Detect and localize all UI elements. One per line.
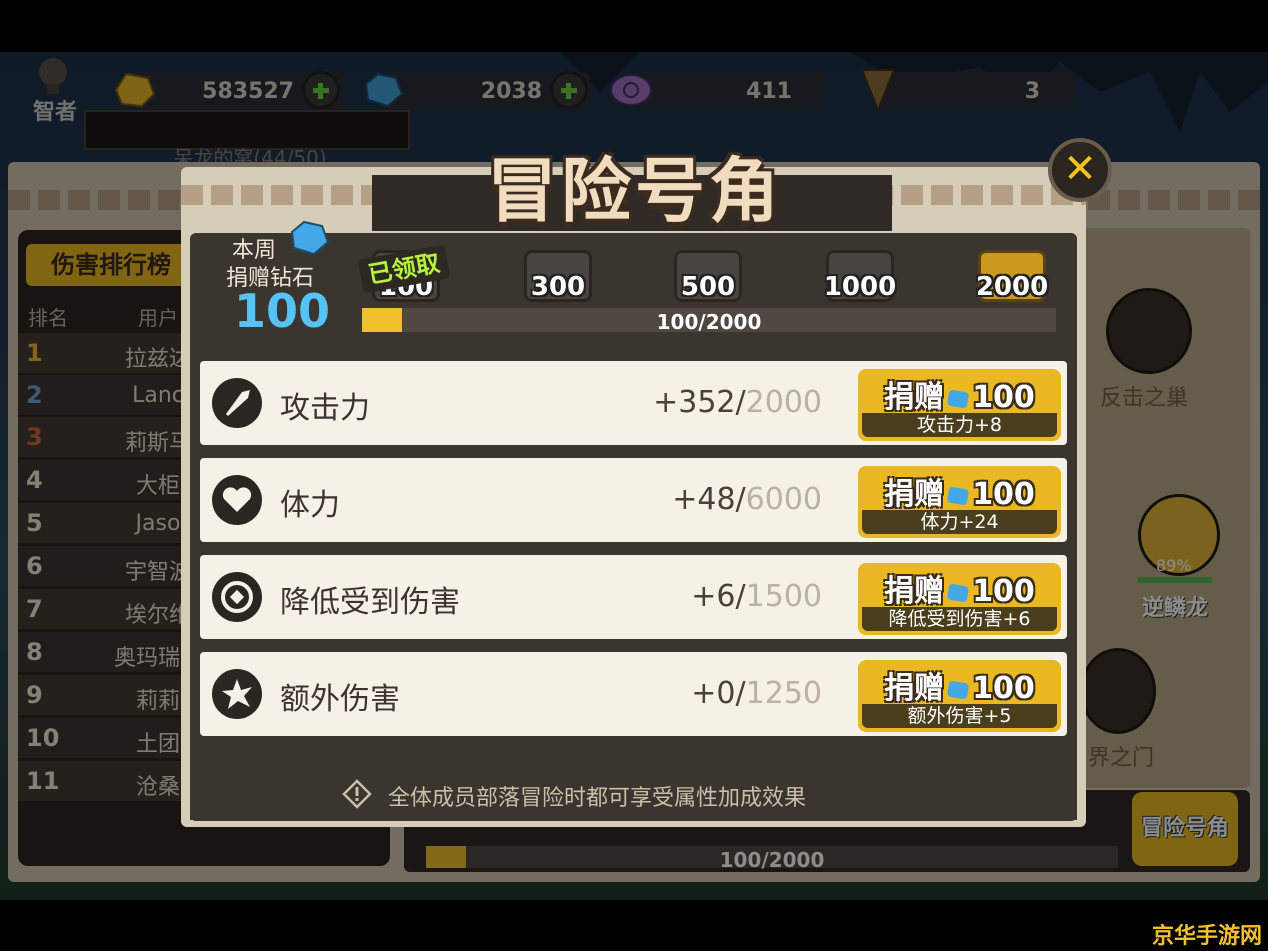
donate-button[interactable]: 捐赠 100 体力+24 (858, 466, 1061, 538)
close-button[interactable]: ✕ (1048, 138, 1112, 202)
donation-progress-text: 100/2000 (656, 310, 762, 334)
warning-icon (342, 779, 372, 809)
blue-gem-icon (946, 485, 970, 506)
milestone-chest[interactable]: 2000 (972, 236, 1052, 306)
blue-gem-icon (290, 220, 330, 256)
weekly-donated-value: 100 (233, 284, 331, 338)
donate-bonus: 额外伤害+5 (862, 704, 1057, 728)
footer-note: 全体成员部落冒险时都可享受属性加成效果 (388, 786, 807, 811)
stat-value: +352/2000 (653, 385, 822, 420)
stat-name: 体力 (280, 488, 340, 523)
blue-gem-icon (946, 582, 970, 603)
stat-row-extra-damage: 额外伤害 +0/1250 捐赠 100 额外伤害+5 (200, 652, 1067, 736)
donate-button[interactable]: 捐赠 100 攻击力+8 (858, 369, 1061, 441)
milestone-chest[interactable]: 500 (668, 236, 748, 306)
donate-button[interactable]: 捐赠 100 额外伤害+5 (858, 660, 1061, 732)
blue-gem-icon (946, 388, 970, 409)
stat-row-damage-reduction: 降低受到伤害 +6/1500 捐赠 100 降低受到伤害+6 (200, 555, 1067, 639)
modal-title: 冒险号角 (487, 150, 783, 232)
stat-name: 降低受到伤害 (280, 585, 460, 620)
shield-icon (212, 572, 262, 622)
donate-bonus: 降低受到伤害+6 (862, 607, 1057, 631)
milestone-chest[interactable]: 300 (518, 236, 598, 306)
burst-icon (212, 669, 262, 719)
sword-icon (212, 378, 262, 428)
milestone-value: 500 (680, 272, 736, 302)
milestone-value: 2000 (975, 272, 1049, 302)
close-icon: ✕ (1063, 146, 1097, 192)
donate-bonus: 体力+24 (862, 510, 1057, 534)
watermark: 京华手游网 (1152, 924, 1263, 949)
stat-value: +0/1250 (691, 676, 822, 711)
blue-gem-icon (946, 679, 970, 700)
milestone-chest[interactable]: 1000 (820, 236, 900, 306)
milestone-value: 1000 (823, 272, 897, 302)
stat-row-stamina: 体力 +48/6000 捐赠 100 体力+24 (200, 458, 1067, 542)
donate-bonus: 攻击力+8 (862, 413, 1057, 437)
stat-value: +48/6000 (672, 482, 822, 517)
stat-name: 额外伤害 (280, 682, 400, 717)
stat-row-attack: 攻击力 +352/2000 捐赠 100 攻击力+8 (200, 361, 1067, 445)
donate-button[interactable]: 捐赠 100 降低受到伤害+6 (858, 563, 1061, 635)
stat-value: +6/1500 (691, 579, 822, 614)
heart-icon (212, 475, 262, 525)
stat-name: 攻击力 (280, 391, 370, 426)
milestone-value: 300 (530, 272, 586, 302)
